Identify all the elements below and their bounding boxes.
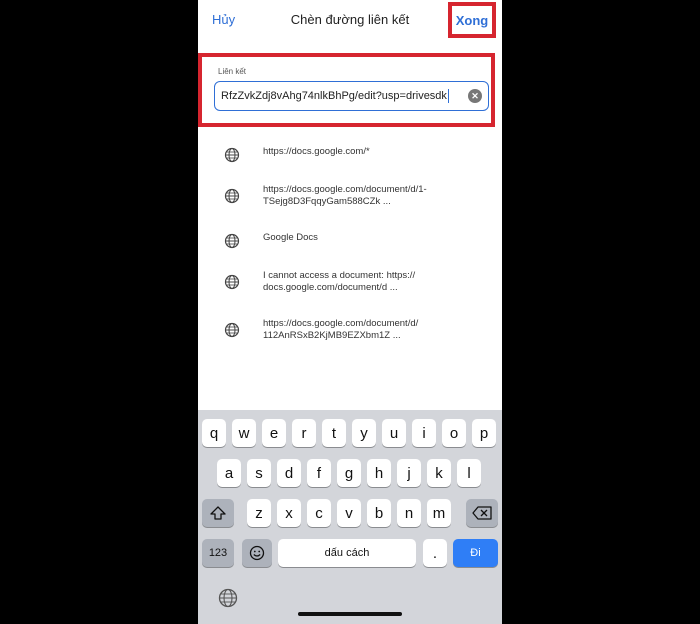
key-y[interactable]: y [352, 419, 376, 447]
key-h[interactable]: h [367, 459, 391, 487]
keyboard: q w e r t y u i o p a s d f g h j k l z … [198, 410, 502, 624]
clear-icon[interactable]: ✕ [468, 89, 482, 103]
emoji-icon [249, 545, 265, 561]
key-q[interactable]: q [202, 419, 226, 447]
suggestion-item[interactable]: https://docs.google.com/document/d/1- TS… [224, 184, 484, 208]
key-g[interactable]: g [337, 459, 361, 487]
done-button[interactable]: Xong [448, 2, 496, 38]
shift-icon [210, 506, 226, 520]
key-e[interactable]: e [262, 419, 286, 447]
suggestion-item[interactable]: Google Docs [224, 232, 484, 249]
suggestion-item[interactable]: https://docs.google.com/document/d/ 112A… [224, 318, 484, 342]
key-m[interactable]: m [427, 499, 451, 527]
suggestion-line2: 112AnRSxB2KjMB9EZXbm1Z ... [263, 330, 401, 341]
period-key[interactable]: . [423, 539, 447, 567]
suggestion-line1: https://docs.google.com/document/d/1- [263, 184, 427, 195]
globe-icon [224, 147, 240, 163]
key-b[interactable]: b [367, 499, 391, 527]
shift-key[interactable] [202, 499, 234, 527]
key-c[interactable]: c [307, 499, 331, 527]
globe-icon [224, 233, 240, 249]
go-key[interactable]: Đi [453, 539, 498, 567]
nav-bar: Hủy Chèn đường liên kết Xong [198, 0, 502, 44]
link-input[interactable]: RfzZvkZdj8vAhg74nlkBhPg/edit?usp=drivesd… [214, 81, 489, 111]
text-caret [447, 89, 450, 103]
key-n[interactable]: n [397, 499, 421, 527]
space-key[interactable]: dấu cách [278, 539, 416, 567]
globe-icon [224, 274, 240, 290]
key-z[interactable]: z [247, 499, 271, 527]
backspace-icon [472, 506, 492, 520]
suggestion-line1: I cannot access a document: https:// [263, 270, 416, 281]
key-k[interactable]: k [427, 459, 451, 487]
key-d[interactable]: d [277, 459, 301, 487]
backspace-key[interactable] [466, 499, 498, 527]
key-x[interactable]: x [277, 499, 301, 527]
key-s[interactable]: s [247, 459, 271, 487]
key-r[interactable]: r [292, 419, 316, 447]
suggestion-line1: https://docs.google.com/document/d/ [263, 318, 419, 329]
key-t[interactable]: t [322, 419, 346, 447]
done-button-label: Xong [455, 12, 489, 28]
globe-icon [224, 188, 240, 204]
globe-icon [224, 322, 240, 338]
key-o[interactable]: o [442, 419, 466, 447]
link-field-group: Liên kết RfzZvkZdj8vAhg74nlkBhPg/edit?us… [198, 53, 495, 127]
suggestion-line2: TSejg8D3FqqyGam588CZk ... [263, 196, 391, 207]
link-input-value: RfzZvkZdj8vAhg74nlkBhPg/edit?usp=drivesd… [221, 90, 447, 102]
suggestion-line2: docs.google.com/document/d ... [263, 282, 398, 293]
suggestion-line1: https://docs.google.com/* [263, 146, 370, 157]
key-u[interactable]: u [382, 419, 406, 447]
key-j[interactable]: j [397, 459, 421, 487]
phone-screen: Hủy Chèn đường liên kết Xong Liên kết Rf… [198, 0, 502, 624]
link-field-label: Liên kết [218, 67, 247, 76]
keyboard-globe-icon[interactable] [218, 588, 238, 608]
home-indicator[interactable] [298, 612, 402, 616]
key-i[interactable]: i [412, 419, 436, 447]
suggestion-item[interactable]: I cannot access a document: https:// doc… [224, 270, 484, 294]
key-w[interactable]: w [232, 419, 256, 447]
key-v[interactable]: v [337, 499, 361, 527]
suggestion-item[interactable]: https://docs.google.com/* [224, 146, 484, 163]
key-a[interactable]: a [217, 459, 241, 487]
numbers-key[interactable]: 123 [202, 539, 234, 567]
key-f[interactable]: f [307, 459, 331, 487]
suggestion-line1: Google Docs [263, 232, 318, 243]
key-p[interactable]: p [472, 419, 496, 447]
emoji-key[interactable] [242, 539, 272, 567]
key-l[interactable]: l [457, 459, 481, 487]
